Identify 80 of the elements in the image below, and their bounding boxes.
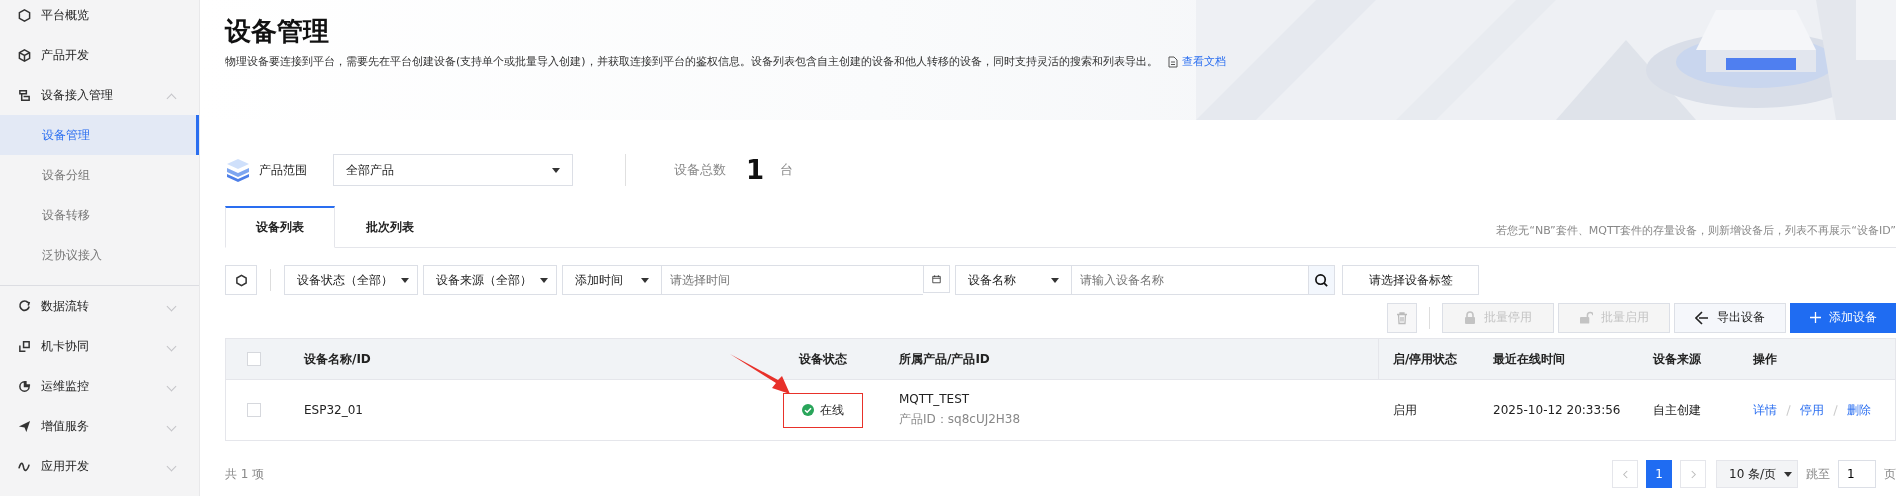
column-header: 设备来源 — [1653, 350, 1701, 368]
product-name: MQTT_TEST — [899, 392, 970, 406]
sidebar-item[interactable]: 平台概览 — [0, 0, 199, 35]
refresh-button[interactable] — [225, 265, 257, 295]
product-id: 产品ID：sq8cUJ2H38 — [899, 411, 1021, 428]
total-label: 设备总数 — [674, 161, 726, 179]
action-link[interactable]: 详情 — [1753, 401, 1777, 419]
hexagon-icon — [234, 273, 248, 287]
plus-icon — [1809, 312, 1821, 323]
lock-icon — [1464, 310, 1476, 325]
page-button[interactable]: 1 — [1646, 460, 1672, 488]
share-icon — [18, 339, 31, 353]
product-select[interactable]: 全部产品 — [333, 154, 573, 186]
trash-icon — [1395, 310, 1409, 325]
sidebar-item[interactable]: 产品开发 — [0, 35, 199, 75]
sidebar-item[interactable]: 增值服务 — [0, 406, 199, 446]
column-header: 设备名称/ID — [304, 350, 371, 368]
tag-select[interactable]: 请选择设备标签 — [1342, 265, 1479, 295]
tab[interactable]: 批次列表 — [335, 206, 445, 248]
add-button[interactable]: 添加设备 — [1790, 302, 1896, 333]
sidebar-item[interactable]: 机卡协同 — [0, 326, 199, 366]
documentation-link[interactable]: 查看文档 — [1181, 54, 1226, 69]
export-button[interactable]: 导出设备 — [1674, 302, 1786, 333]
column-header: 启/停用状态 — [1393, 350, 1458, 368]
sidebar-item[interactable]: 泛协议接入 — [0, 235, 199, 275]
name-field-select[interactable]: 设备名称 — [955, 265, 1072, 295]
unlock-icon — [1579, 310, 1593, 325]
total-items: 共 1 项 — [225, 465, 265, 483]
action-link[interactable]: 停用 — [1800, 401, 1824, 419]
export-icon — [1695, 310, 1709, 325]
search-icon — [1314, 272, 1329, 288]
total-count: 1 — [746, 155, 765, 185]
calendar-icon[interactable] — [923, 265, 950, 293]
layers-icon — [18, 88, 31, 102]
column-header: 所属产品/产品ID — [899, 350, 990, 368]
jump-label: 跳至 — [1806, 465, 1830, 483]
chevron-right-icon — [1689, 469, 1697, 479]
row-checkbox[interactable] — [247, 403, 261, 417]
device-source: 自主创建 — [1653, 401, 1701, 419]
search-field[interactable]: 请输入设备名称 — [1072, 265, 1309, 295]
device-name: ESP32_01 — [304, 403, 363, 417]
page-unit: 页 — [1884, 465, 1896, 483]
sidebar-item[interactable]: 应用开发 — [0, 446, 199, 486]
product-range-label: 产品范围 — [259, 161, 307, 179]
stacked-cube-icon — [225, 157, 251, 183]
next-page-button[interactable] — [1680, 460, 1706, 488]
column-header: 操作 — [1753, 350, 1777, 368]
sidebar-item[interactable]: 数据流转 — [0, 286, 199, 326]
sidebar-item[interactable]: 设备管理 — [0, 115, 199, 155]
sidebar-item[interactable]: 设备分组 — [0, 155, 199, 195]
page-description: 物理设备要连接到平台，需要先在平台创建设备(支持单个或批量导入创建)，并获取连接到平台的鉴权信息。设备列表包含自主创建的设备和他人转移的设备，同时支持灵活的搜索和列表导出。 — [225, 54, 1158, 69]
sidebar-item[interactable]: 运维监控 — [0, 366, 199, 406]
total-unit: 台 — [780, 161, 794, 179]
select-all-checkbox[interactable] — [247, 352, 261, 366]
last-online-time: 2025-10-12 20:33:56 — [1493, 403, 1621, 417]
date-field[interactable]: 请选择时间 — [662, 265, 923, 295]
page-title: 设备管理 — [225, 15, 330, 48]
source-filter[interactable]: 设备来源（全部） — [423, 265, 557, 295]
action-link[interactable]: 删除 — [1847, 401, 1871, 419]
previous-page-button[interactable] — [1612, 460, 1638, 488]
search-button[interactable] — [1309, 265, 1335, 295]
column-header: 最近在线时间 — [1493, 350, 1565, 368]
sidebar-item[interactable]: 设备转移 — [0, 195, 199, 235]
page-input[interactable]: 1 — [1838, 460, 1876, 488]
status-text: 在线 — [820, 401, 844, 419]
chevron-left-icon — [1621, 469, 1629, 479]
cube-icon — [18, 48, 31, 62]
page-size-select[interactable]: 10 条/页 — [1716, 460, 1798, 488]
column-header: 设备状态 — [799, 350, 847, 368]
document-icon — [1167, 55, 1178, 68]
enable-state: 启用 — [1393, 401, 1417, 419]
sidebar-item[interactable]: 设备接入管理 — [0, 75, 199, 115]
hex-icon — [18, 8, 31, 22]
time-field-select[interactable]: 添加时间 — [562, 265, 662, 295]
tab[interactable]: 设备列表 — [225, 206, 335, 248]
send-icon — [18, 419, 31, 433]
cycle-icon — [18, 299, 31, 313]
status-filter[interactable]: 设备状态（全部） — [284, 265, 418, 295]
pie-chart-icon — [18, 379, 31, 393]
tabs-note: 若您无“NB”套件、MQTT套件的存量设备，则新增设备后，列表不再展示“设备ID” — [1496, 222, 1896, 238]
